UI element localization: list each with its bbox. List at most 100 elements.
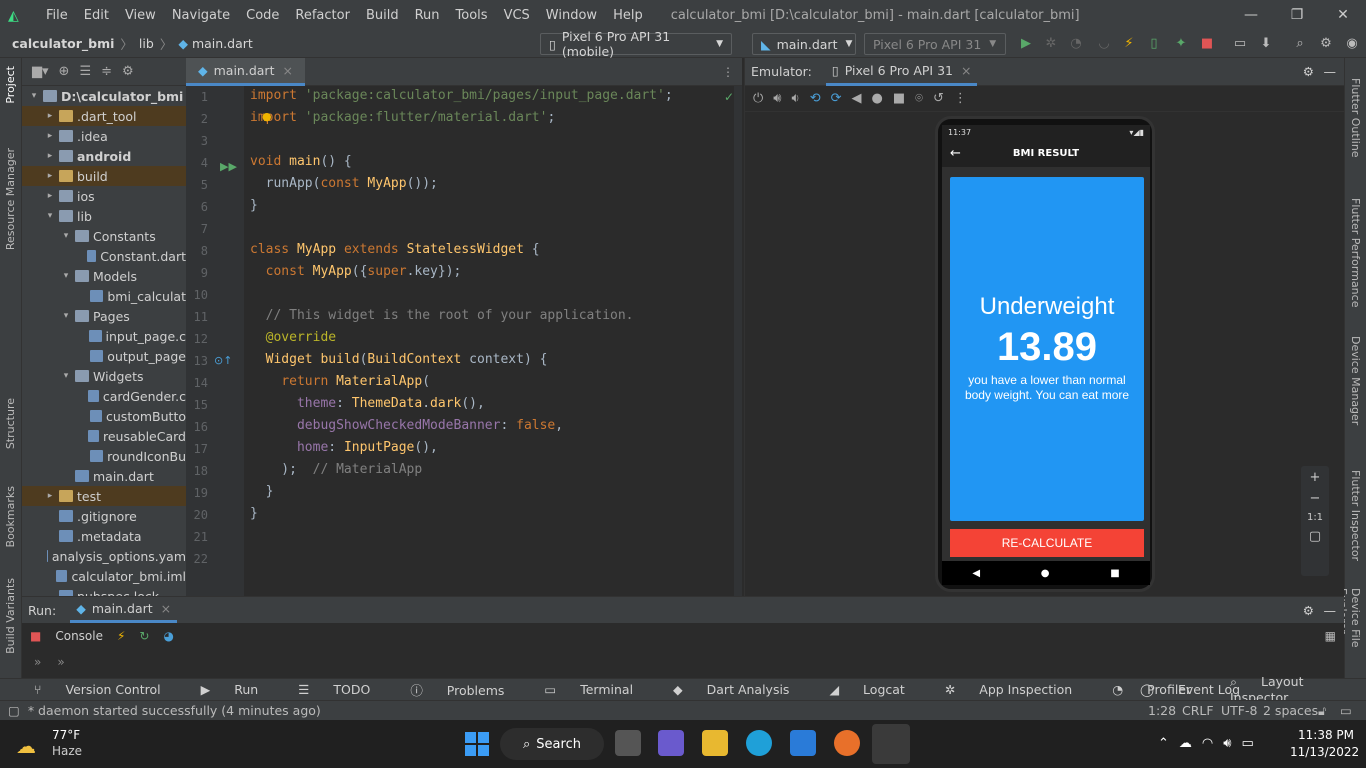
screenshot-icon[interactable]: ⌾ <box>915 91 923 106</box>
close-tab-icon[interactable]: × <box>161 601 171 616</box>
android-studio-taskbar-icon[interactable] <box>872 724 910 764</box>
chevron-right-icon[interactable]: ▸ <box>44 151 56 161</box>
locate-icon[interactable]: ⊕ <box>59 64 70 79</box>
tree-file-item[interactable]: reusableCard <box>22 426 186 446</box>
menu-vcs[interactable]: VCS <box>496 8 538 23</box>
emulator-tab[interactable]: ▯ Pixel 6 Pro API 31 × <box>825 58 978 86</box>
tree-file-item[interactable]: bmi_calculat <box>22 286 186 306</box>
taskbar-clock[interactable]: 11:38 PM 11/13/2022 <box>1290 728 1359 759</box>
caret-position[interactable]: 1:28 <box>1148 703 1176 718</box>
expand-all-icon[interactable]: ☰ <box>79 64 91 79</box>
menu-code[interactable]: Code <box>238 8 287 23</box>
tree-folder-item[interactable]: ▸ build <box>22 166 186 186</box>
panel-toggle-icon[interactable]: ▢ <box>8 703 20 718</box>
tree-file-item[interactable]: analysis_options.yam <box>22 546 186 566</box>
file-explorer-icon[interactable] <box>702 730 728 756</box>
chevron-down-icon[interactable]: ▾ <box>60 231 72 241</box>
volume-up-icon[interactable]: 🔊︎ <box>773 91 781 106</box>
power-icon[interactable]: ⏻ <box>753 91 763 106</box>
tree-folder-item[interactable]: ▾ Models <box>22 266 186 286</box>
tool-project[interactable]: Project <box>4 66 17 104</box>
expand-icon[interactable]: » <box>57 655 64 669</box>
chevron-right-icon[interactable]: ▸ <box>44 131 56 141</box>
lock-icon[interactable]: 🔓︎ <box>1318 703 1326 719</box>
tool-flutter-performance[interactable]: Flutter Performance <box>1349 198 1362 307</box>
taskbar-search[interactable]: ⌕ Search <box>500 728 604 760</box>
file-encoding[interactable]: UTF-8 <box>1221 703 1257 718</box>
tree-file-item[interactable]: roundIconBu <box>22 446 186 466</box>
chevron-up-icon[interactable]: ⌃ <box>1158 736 1169 751</box>
status-message[interactable]: * daemon started successfully (4 minutes… <box>28 703 321 718</box>
store-icon[interactable] <box>790 730 816 756</box>
tree-file-item[interactable]: input_page.c <box>22 326 186 346</box>
device-selector-secondary[interactable]: Pixel 6 Pro API 31 ▼ <box>864 33 1006 55</box>
tree-folder-item[interactable]: ▾ Constants <box>22 226 186 246</box>
more-icon[interactable]: ⋮ <box>954 91 967 106</box>
tree-file-item[interactable]: customButto <box>22 406 186 426</box>
chevron-down-icon[interactable]: ▾ <box>44 211 56 221</box>
tree-file-item[interactable]: calculator_bmi.iml <box>22 566 186 586</box>
breadcrumb-file[interactable]: main.dart <box>192 36 253 51</box>
tool-device-manager[interactable]: Device Manager <box>1349 336 1362 425</box>
tree-folder-item[interactable]: ▸ ios <box>22 186 186 206</box>
search-icon[interactable]: ⌕ <box>1292 36 1308 52</box>
run-tab[interactable]: ◆ main.dart × <box>70 597 178 623</box>
account-icon[interactable]: ◉ <box>1344 36 1360 52</box>
battery-icon[interactable]: ▭ <box>1241 736 1253 751</box>
zoom-out-icon[interactable]: − <box>1301 491 1329 506</box>
nav-back-icon[interactable]: ◀ <box>972 568 980 579</box>
tab-dart-analysis[interactable]: ◆ Dart Analysis <box>673 682 809 697</box>
tree-file-item[interactable]: .gitignore <box>22 506 186 526</box>
home-icon[interactable]: ● <box>872 91 883 106</box>
tool-structure[interactable]: Structure <box>4 398 17 449</box>
tool-bookmarks[interactable]: Bookmarks <box>4 486 17 547</box>
collapse-all-icon[interactable]: ≑ <box>101 64 112 79</box>
profile-icon[interactable]: ◔ <box>1068 36 1084 52</box>
chevron-down-icon[interactable]: ▾ <box>60 311 72 321</box>
chevron-down-icon[interactable]: ▾ <box>60 271 72 281</box>
menu-help[interactable]: Help <box>605 8 651 23</box>
apply-changes-icon[interactable]: ✦ <box>1173 36 1189 52</box>
menu-run[interactable]: Run <box>407 8 448 23</box>
devtools-icon[interactable]: ◕ <box>163 629 173 643</box>
cloud-icon[interactable]: ☁ <box>1179 736 1192 751</box>
indent-setting[interactable]: 2 spaces <box>1263 703 1318 718</box>
layout-icon[interactable]: ▦ <box>1325 629 1336 643</box>
tree-folder-item[interactable]: ▸ android <box>22 146 186 166</box>
hot-restart-icon[interactable]: ↻ <box>139 629 149 643</box>
back-icon[interactable]: ◀ <box>852 91 862 106</box>
menu-build[interactable]: Build <box>358 8 407 23</box>
minimize-icon[interactable]: — <box>1228 0 1274 30</box>
tree-folder-item[interactable]: ▾ Pages <box>22 306 186 326</box>
hide-icon[interactable]: — <box>1324 603 1337 618</box>
editor-scrollbar[interactable] <box>734 86 742 596</box>
tree-file-item[interactable]: Constant.dart <box>22 246 186 266</box>
menu-window[interactable]: Window <box>538 8 605 23</box>
recalculate-button[interactable]: RE-CALCULATE <box>950 529 1144 557</box>
run-config-selector[interactable]: ◣ main.dart ▼ <box>752 33 856 55</box>
menu-tools[interactable]: Tools <box>448 8 496 23</box>
tree-file-item[interactable]: output_page <box>22 346 186 366</box>
tree-folder-item[interactable]: ▸ .dart_tool <box>22 106 186 126</box>
tool-build-variants[interactable]: Build Variants <box>4 578 17 654</box>
tree-folder-item[interactable]: ▾ lib <box>22 206 186 226</box>
zoom-ratio[interactable]: 1:1 <box>1301 512 1329 523</box>
more-icon[interactable]: ⋮ <box>722 65 734 79</box>
tool-resource-manager[interactable]: Resource Manager <box>4 148 17 250</box>
stop-icon[interactable]: ■ <box>1199 36 1215 52</box>
teams-icon[interactable] <box>658 730 684 756</box>
tree-folder-item[interactable]: ▸ .idea <box>22 126 186 146</box>
close-tab-icon[interactable]: × <box>961 63 971 78</box>
menu-view[interactable]: View <box>117 8 164 23</box>
tool-flutter-outline[interactable]: Flutter Outline <box>1349 78 1362 158</box>
attach-icon[interactable]: ◡ <box>1096 36 1112 52</box>
line-separator[interactable]: CRLF <box>1182 703 1214 718</box>
tab-app-inspection[interactable]: ✲ App Inspection <box>945 682 1092 697</box>
snapshot-icon[interactable]: ↺ <box>933 91 944 106</box>
gear-icon[interactable]: ⚙ <box>1303 603 1314 618</box>
tab-version-control[interactable]: ⑂ Version Control <box>34 682 181 697</box>
tab-run[interactable]: ▶ Run <box>201 682 279 697</box>
menu-refactor[interactable]: Refactor <box>287 8 358 23</box>
nav-home-icon[interactable]: ● <box>1041 568 1050 579</box>
restore-icon[interactable]: ❐ <box>1274 0 1320 30</box>
